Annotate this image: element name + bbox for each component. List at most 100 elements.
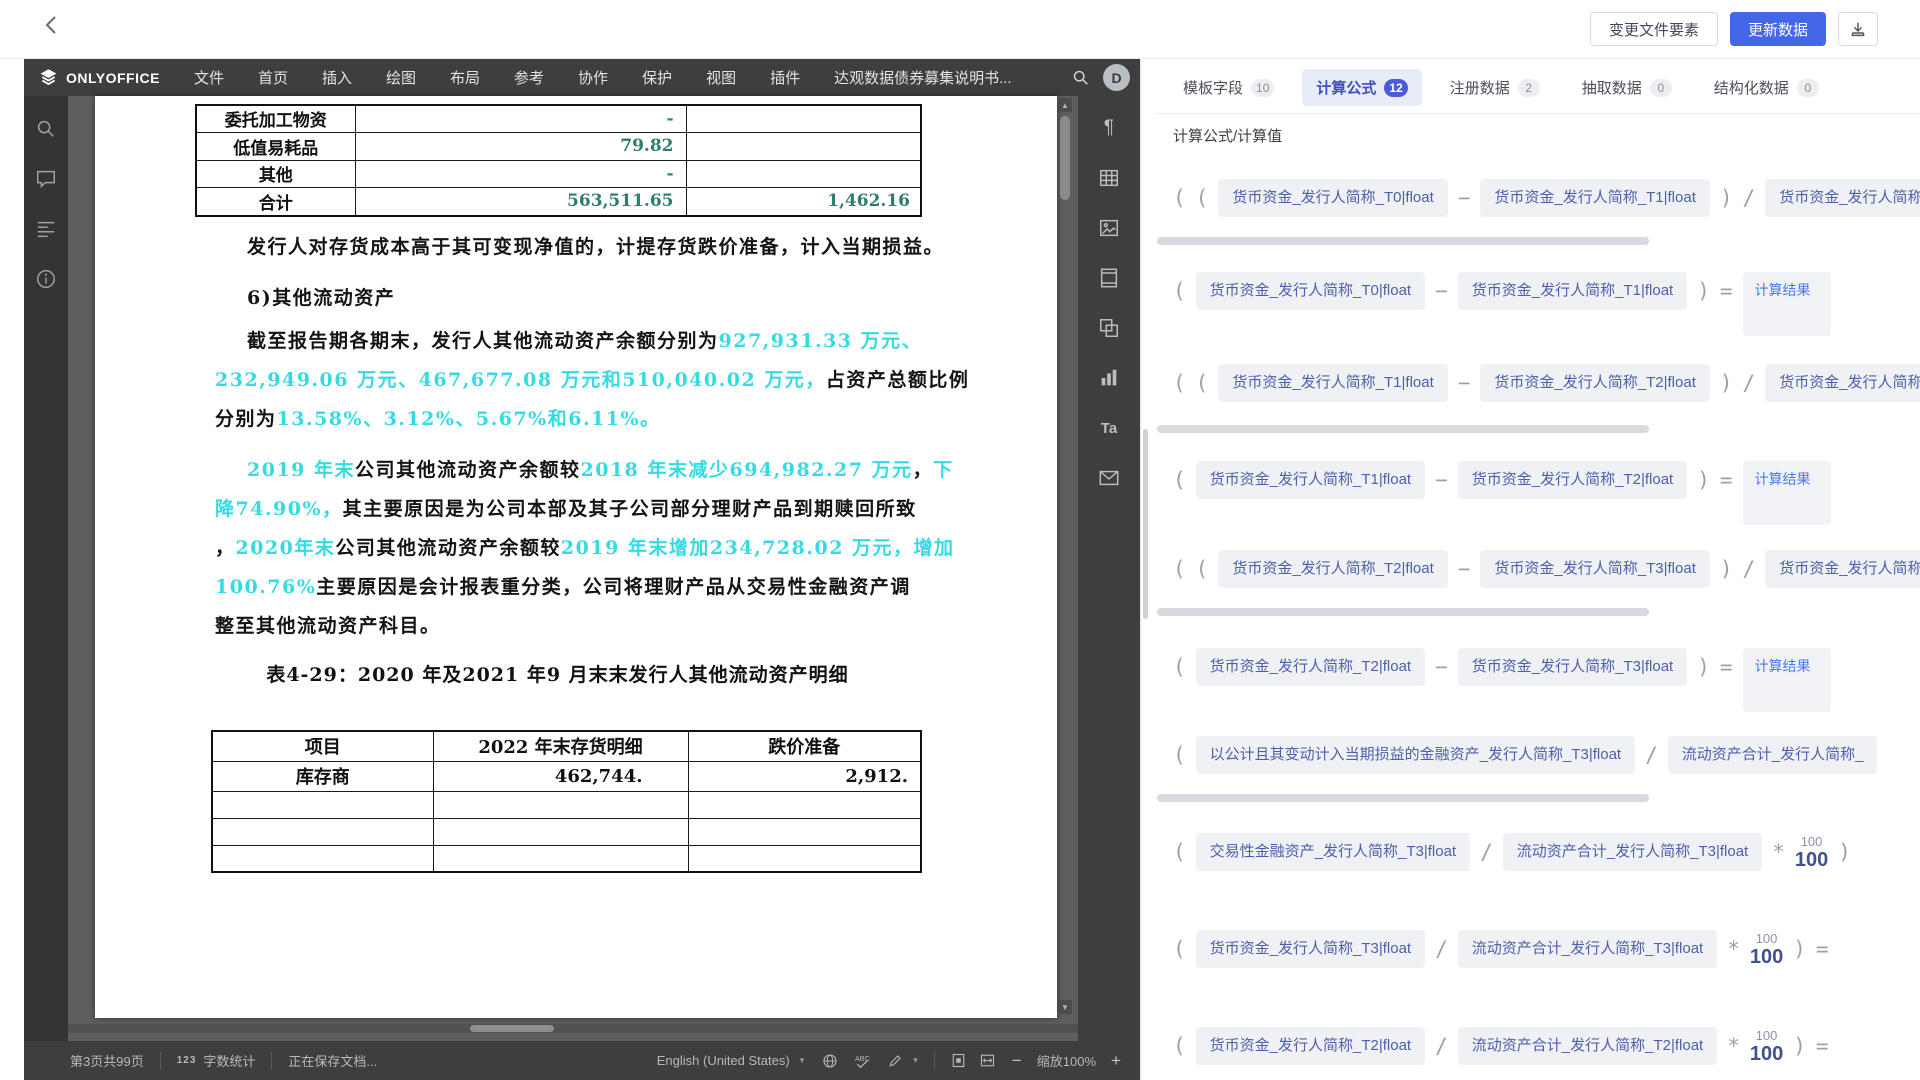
highlighted-text: 2018 年末减少694,982.27 万元	[581, 459, 913, 481]
vertical-scrollbar[interactable]: ▲ ▼	[1058, 98, 1072, 1014]
calculation-result-chip[interactable]: 计算结果	[1743, 461, 1831, 525]
formula-row-scrollbar[interactable]	[1157, 237, 1649, 245]
formula-field-chip[interactable]: 流动资产合计_发行人简称_T2|float	[1458, 1027, 1717, 1065]
constant-value-100[interactable]: 100100	[1750, 930, 1783, 968]
constant-bottom: 100	[1750, 1043, 1783, 1065]
menu-item-document-plugin-tab[interactable]: 达观数据债券募集说明书...	[834, 67, 1012, 88]
menu-item-视图[interactable]: 视图	[706, 67, 736, 88]
formula-field-chip[interactable]: 货币资金_发行人简称_T2|float	[1196, 1027, 1425, 1065]
formula-operator: (	[1196, 364, 1209, 402]
formula-field-chip[interactable]: 货币资金_发行人简称_T0|float	[1196, 272, 1425, 310]
formula-field-chip[interactable]: 货币资金_发行人简称_T3|float	[1458, 648, 1687, 686]
about-icon[interactable]	[35, 268, 57, 290]
chevron-down-icon: ▾	[913, 1055, 918, 1066]
header-footer-settings-icon[interactable]	[1097, 266, 1121, 290]
formula-field-chip[interactable]: 货币资金_发行人简称_T2|float	[1458, 461, 1687, 499]
scroll-down-arrow[interactable]: ▼	[1058, 1000, 1072, 1014]
set-language-button[interactable]	[822, 1053, 838, 1069]
calculation-result-chip[interactable]: 计算结果	[1743, 272, 1831, 336]
comments-icon[interactable]	[35, 168, 57, 190]
vertical-scroll-thumb[interactable]	[1060, 116, 1070, 200]
statusbar-separator	[271, 1052, 272, 1070]
formula-field-chip[interactable]: 货币资金_发行人简称_T1|float	[1196, 461, 1425, 499]
mail-merge-icon[interactable]	[1097, 466, 1121, 490]
formula-field-chip[interactable]: 货币资金_发行人简称_T3|float	[1480, 550, 1709, 588]
menu-item-参考[interactable]: 参考	[514, 67, 544, 88]
menu-item-插入[interactable]: 插入	[322, 67, 352, 88]
document-page[interactable]: 委托加工物资-低值易耗品79.82其他-合计563,511.651,462.16…	[95, 96, 1057, 1018]
formula-field-chip[interactable]: 货币资金_发行人简称_T2|float	[1218, 550, 1447, 588]
chart-settings-icon[interactable]	[1097, 366, 1121, 390]
top-bar: 变更文件要素 更新数据	[0, 0, 1920, 59]
formula-row-scrollbar[interactable]	[1157, 608, 1649, 616]
formula-field-chip[interactable]: 货币资金_发行人简称_T2|float	[1480, 364, 1709, 402]
menu-item-首页[interactable]: 首页	[258, 67, 288, 88]
text-art-settings-icon[interactable]: Ta	[1097, 416, 1121, 440]
formula-row: (货币资金_发行人简称_T2|float−货币资金_发行人简称_T3|float…	[1173, 648, 1831, 712]
word-count-button[interactable]: 123 字数统计	[177, 1051, 256, 1070]
zoom-out-button[interactable]: −	[1007, 1051, 1027, 1071]
formula-field-chip[interactable]: 货币资金_发行人简称_T2|float	[1765, 550, 1920, 588]
formula-field-chip[interactable]: 货币资金_发行人简称_T1|float	[1218, 364, 1447, 402]
formula-field-chip[interactable]: 流动资产合计_发行人简称_T3|float	[1458, 930, 1717, 968]
horizontal-scrollbar[interactable]	[68, 1024, 1078, 1033]
formula-operator: −	[1458, 550, 1471, 588]
calculation-result-chip[interactable]: 计算结果	[1743, 648, 1831, 712]
row-label: 委托加工物资	[196, 105, 355, 132]
formula-field-chip[interactable]: 货币资金_发行人简称_T2|float	[1196, 648, 1425, 686]
formula-field-chip[interactable]: 流动资产合计_发行人简称_	[1668, 736, 1878, 774]
formula-field-chip[interactable]: 以公计且其变动计入当期损益的金融资产_发行人简称_T3|float	[1196, 736, 1635, 774]
change-file-elements-button[interactable]: 变更文件要素	[1590, 12, 1718, 46]
menu-item-绘图[interactable]: 绘图	[386, 67, 416, 88]
menubar-search-button[interactable]	[1072, 69, 1089, 86]
menu-item-协作[interactable]: 协作	[578, 67, 608, 88]
scroll-up-arrow[interactable]: ▲	[1058, 98, 1072, 112]
constant-value-100[interactable]: 100100	[1795, 833, 1828, 871]
formula-field-chip[interactable]: 货币资金_发行人简称_T1|float	[1458, 272, 1687, 310]
track-changes-button[interactable]: ▾	[888, 1053, 918, 1068]
navigation-icon[interactable]	[35, 218, 57, 240]
horizontal-scroll-thumb[interactable]	[470, 1025, 554, 1032]
spellcheck-button[interactable]: ABC	[854, 1053, 872, 1069]
formula-operator: −	[1458, 179, 1471, 217]
language-selector[interactable]: English (United States) ▾	[657, 1053, 804, 1068]
menu-item-布局[interactable]: 布局	[450, 67, 480, 88]
formula-field-chip[interactable]: 货币资金_发行人简称_T0|float	[1218, 179, 1447, 217]
row-value-2: 2,912.	[688, 761, 921, 791]
fit-page-button[interactable]	[951, 1053, 966, 1068]
page-indicator[interactable]: 第3页共99页	[70, 1051, 144, 1070]
panel-scroll-thumb[interactable]	[1143, 429, 1148, 619]
formula-field-chip[interactable]: 货币资金_发行人简称_T1|float	[1765, 179, 1920, 217]
download-button[interactable]	[1838, 12, 1878, 46]
paragraph-settings-icon[interactable]: ¶	[1097, 116, 1121, 140]
row-value-2	[688, 845, 921, 872]
shape-settings-icon[interactable]	[1097, 316, 1121, 340]
table-row: 合计563,511.651,462.16	[196, 187, 921, 216]
formula-field-chip[interactable]: 货币资金_发行人简称_T1|float	[1480, 179, 1709, 217]
menu-item-保护[interactable]: 保护	[642, 67, 672, 88]
formula-row-scrollbar[interactable]	[1157, 794, 1649, 802]
zoom-level-label[interactable]: 缩放100%	[1037, 1051, 1096, 1070]
image-settings-icon[interactable]	[1097, 216, 1121, 240]
formula-field-chip[interactable]: 货币资金_发行人简称_T3|float	[1196, 930, 1425, 968]
search-icon[interactable]	[35, 118, 57, 140]
highlighted-text: 232,949.06 万元、467,677.08 万元和510,040.02 万…	[215, 369, 826, 391]
menu-item-插件[interactable]: 插件	[770, 67, 800, 88]
document-text-line: 截至报告期各期末，发行人其他流动资产余额分别为927,931.33 万元、	[247, 322, 922, 360]
update-data-button[interactable]: 更新数据	[1730, 12, 1826, 46]
formula-row-scrollbar[interactable]	[1157, 425, 1649, 433]
formula-field-chip[interactable]: 交易性金融资产_发行人简称_T3|float	[1196, 833, 1470, 871]
formula-row: (以公计且其变动计入当期损益的金融资产_发行人简称_T3|float/流动资产合…	[1173, 736, 1877, 774]
menu-item-文件[interactable]: 文件	[194, 67, 224, 88]
fit-width-button[interactable]	[980, 1053, 995, 1068]
search-icon	[1072, 69, 1089, 86]
body-text: 公司其他流动资产余额较	[335, 537, 561, 559]
table-settings-icon[interactable]	[1097, 166, 1121, 190]
formula-field-chip[interactable]: 流动资产合计_发行人简称_T3|float	[1503, 833, 1762, 871]
formula-operator: (	[1173, 179, 1186, 217]
user-avatar[interactable]: D	[1103, 64, 1130, 91]
zoom-in-button[interactable]: +	[1106, 1051, 1126, 1071]
formula-field-chip[interactable]: 货币资金_发行人简称_T1|float	[1765, 364, 1920, 402]
back-button[interactable]	[38, 14, 64, 42]
constant-value-100[interactable]: 100100	[1750, 1027, 1783, 1065]
